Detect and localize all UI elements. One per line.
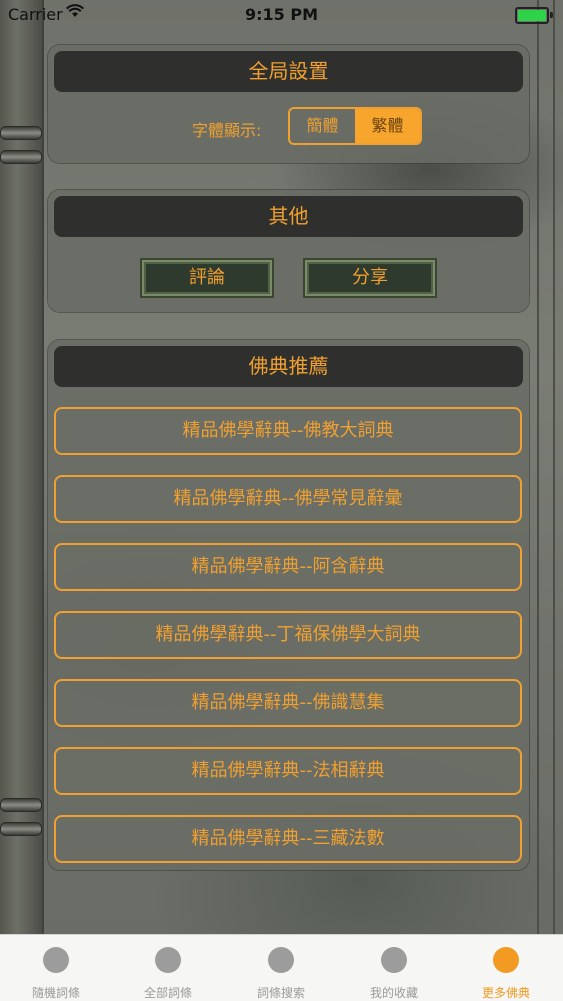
tab-circle-icon	[155, 947, 181, 973]
global-settings-title: 全局設置	[54, 51, 523, 92]
tab-circle-icon	[268, 947, 294, 973]
recommendation-item[interactable]: 精品佛學辭典--佛識慧集	[54, 679, 522, 727]
battery-icon	[515, 7, 553, 24]
tab-label: 我的收藏	[369, 986, 418, 1000]
recommendation-item[interactable]: 精品佛學辭典--佛學常見辭彙	[54, 475, 522, 523]
tab-circle-icon	[381, 947, 407, 973]
binding-ring	[0, 150, 42, 164]
tab-circle-icon	[493, 947, 519, 973]
tab-label: 更多佛典	[481, 986, 530, 1000]
review-button[interactable]: 評論	[140, 258, 274, 298]
binding-ring	[0, 822, 42, 836]
font-display-row: 字體顯示: 簡體 繁體	[48, 107, 529, 147]
recommendation-item[interactable]: 精品佛學辭典--丁福保佛學大詞典	[54, 611, 522, 659]
recommendation-item[interactable]: 精品佛學辭典--阿含辭典	[54, 543, 522, 591]
tab-more-sutras[interactable]: 更多佛典	[450, 935, 562, 1001]
font-segmented-control: 簡體 繁體	[288, 107, 422, 145]
font-display-label: 字體顯示:	[192, 121, 262, 140]
status-bar: Carrier 9:15 PM	[0, 0, 563, 30]
recommendations-card: 佛典推薦 精品佛學辭典--佛教大詞典 精品佛學辭典--佛學常見辭彙 精品佛學辭典…	[48, 340, 529, 870]
recommendation-item[interactable]: 精品佛學辭典--三藏法數	[54, 815, 522, 863]
tab-label: 全部詞條	[143, 986, 192, 1000]
global-settings-card: 全局設置 字體顯示: 簡體 繁體	[48, 45, 529, 163]
other-title: 其他	[54, 196, 523, 237]
recommendation-item[interactable]: 精品佛學辭典--佛教大詞典	[54, 407, 522, 455]
share-button[interactable]: 分享	[303, 258, 437, 298]
traditional-option[interactable]: 繁體	[355, 109, 420, 143]
scroll-binding	[0, 0, 44, 934]
binding-ring	[0, 126, 42, 140]
tab-random-entries[interactable]: 隨機詞條	[0, 935, 112, 1001]
binding-ring	[0, 798, 42, 812]
other-card: 其他 評論 分享	[48, 190, 529, 312]
tab-label: 詞條搜索	[256, 986, 305, 1000]
tab-circle-icon	[43, 947, 69, 973]
status-time: 9:15 PM	[244, 5, 318, 24]
tab-label: 隨機詞條	[31, 986, 80, 1000]
tab-all-entries[interactable]: 全部詞條	[112, 935, 224, 1001]
recommendations-title: 佛典推薦	[54, 346, 523, 387]
recommendation-item[interactable]: 精品佛學辭典--法相辭典	[54, 747, 522, 795]
simplified-option[interactable]: 簡體	[290, 109, 355, 143]
tab-entry-search[interactable]: 詞條搜索	[225, 935, 337, 1001]
tab-my-favorites[interactable]: 我的收藏	[338, 935, 450, 1001]
scroll-frame	[537, 0, 555, 934]
tab-bar: 隨機詞條 全部詞條 詞條搜索 我的收藏 更多佛典	[0, 934, 563, 1001]
